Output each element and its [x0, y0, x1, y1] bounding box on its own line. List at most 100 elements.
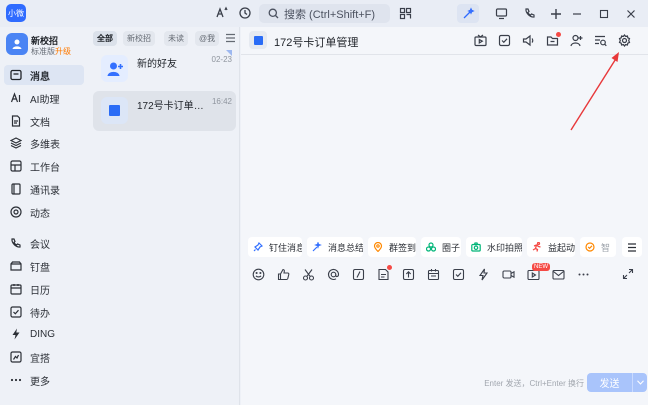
profile-card[interactable]: 新校招 标准版升级 — [6, 33, 88, 59]
filter-tab-unread[interactable]: 未读 — [164, 31, 188, 46]
schedule-icon[interactable] — [426, 267, 440, 281]
quick-circle[interactable]: 圈子 — [421, 237, 461, 257]
task-check-icon[interactable] — [497, 33, 511, 47]
sidebar-item-documents[interactable]: 文档 — [4, 111, 84, 131]
sidebar-item-calendar[interactable]: 日历 — [4, 279, 84, 299]
conversation-name: 新的好友 — [137, 59, 177, 70]
maximize-button[interactable] — [593, 4, 615, 23]
history-icon[interactable] — [237, 5, 253, 21]
notification-dot — [387, 265, 392, 270]
activity-icon — [10, 206, 22, 218]
search-bar[interactable]: 搜索 (Ctrl+Shift+F) — [259, 4, 390, 23]
pinned-corner-icon — [226, 50, 232, 56]
more-tools-icon[interactable] — [576, 267, 590, 281]
live-icon[interactable] — [473, 33, 487, 47]
quick-actions-menu-icon[interactable] — [622, 237, 642, 257]
conversation-time: 02-23 — [211, 55, 232, 64]
conversation-name: 172号卡订单管理 — [137, 101, 212, 112]
sidebar-item-messages[interactable]: 消息 — [4, 65, 84, 85]
quick-smart[interactable]: 智 — [580, 237, 616, 257]
todo-icon — [10, 306, 22, 318]
quick-group-checkin[interactable]: 群签到 — [368, 237, 416, 257]
plus-icon — [551, 8, 561, 19]
title-bar: 小微 搜索 (Ctrl+Shift+F) — [0, 0, 648, 27]
sidebar-item-drive[interactable]: 钉盘 — [4, 256, 84, 276]
sidebar-item-meeting[interactable]: 会议 — [4, 233, 84, 253]
chat-group-avatar[interactable] — [249, 31, 267, 49]
close-icon — [627, 9, 635, 18]
sidebar-item-ai-assistant[interactable]: AI助理 — [4, 88, 84, 108]
smart-icon — [585, 242, 595, 252]
send-options-button[interactable] — [632, 373, 647, 392]
add-button[interactable] — [545, 4, 567, 23]
sidebar-item-activity[interactable]: 动态 — [4, 202, 84, 222]
upgrade-link[interactable]: 升级 — [55, 47, 71, 56]
emoji-icon[interactable] — [251, 267, 265, 281]
slash-command-icon[interactable] — [351, 267, 365, 281]
group-avatar — [101, 97, 128, 124]
announcement-icon[interactable] — [521, 33, 535, 47]
filter-tab-all[interactable]: 全部 — [93, 31, 117, 46]
app-logo: 小微 — [6, 4, 26, 22]
send-hint: Enter 发送，Ctrl+Enter 换行 — [484, 379, 584, 388]
more-icon — [10, 374, 22, 386]
chat-title[interactable]: 172号卡订单管理 — [274, 34, 358, 50]
checkin-icon — [373, 242, 383, 252]
thumbs-up-icon[interactable] — [276, 267, 290, 281]
group-file-icon[interactable] — [545, 32, 561, 47]
sidebar-item-contacts[interactable]: 通讯录 — [4, 179, 84, 199]
settings-gear-icon[interactable] — [617, 33, 631, 47]
sidebar-item-todo[interactable]: 待办 — [4, 302, 84, 322]
expand-editor-icon[interactable] — [621, 267, 635, 281]
ai-magic-button[interactable] — [457, 4, 479, 23]
org-people-icon — [12, 39, 22, 49]
ai-sparkle-icon[interactable] — [214, 5, 230, 21]
quick-action-bar: 钉住消息 消息总结 群签到 圈子 水印拍照 益起动 智 — [248, 237, 648, 257]
circle-icon — [426, 242, 436, 252]
sidebar: 新校招 标准版升级 消息 AI助理 文档 多维表 工作台 通讯录 动态 会议 钉… — [0, 27, 88, 405]
minimize-icon — [573, 12, 581, 15]
sidebar-item-workbench[interactable]: 工作台 — [4, 156, 84, 176]
call-button[interactable] — [518, 4, 540, 23]
conversation-item-order-group[interactable]: 172号卡订单管理 16:42 — [93, 91, 236, 131]
meeting-icon — [10, 237, 22, 249]
todo-check-icon[interactable] — [451, 267, 465, 281]
video-icon[interactable] — [501, 267, 515, 281]
ding-icon — [10, 328, 22, 340]
yida-icon — [10, 351, 22, 363]
sidebar-item-yida[interactable]: 宜搭 — [4, 347, 84, 367]
new-friend-avatar — [101, 55, 128, 82]
doc-insert-icon[interactable] — [376, 265, 392, 281]
screen-share-button[interactable] — [490, 4, 512, 23]
scissors-icon[interactable] — [301, 267, 315, 281]
screen-icon — [495, 8, 507, 20]
upload-file-icon[interactable] — [401, 267, 415, 281]
list-menu-icon[interactable] — [223, 31, 237, 45]
sidebar-item-more[interactable]: 更多 — [4, 370, 84, 390]
mention-icon[interactable] — [326, 267, 340, 281]
workbench-icon — [10, 160, 22, 172]
filter-tab-mention[interactable]: @我 — [195, 31, 219, 46]
conversation-item-new-friends[interactable]: 新的好友 02-23 — [93, 49, 236, 89]
phone-icon — [524, 8, 535, 18]
quick-charity-run[interactable]: 益起动 — [527, 237, 575, 257]
mail-icon[interactable] — [551, 267, 565, 281]
sidebar-item-multidim-table[interactable]: 多维表 — [4, 133, 84, 153]
send-button[interactable]: 发送 — [587, 373, 632, 392]
quick-pin-message[interactable]: 钉住消息 — [248, 237, 302, 257]
add-member-icon[interactable] — [569, 33, 583, 47]
ding-flash-icon[interactable] — [476, 267, 490, 281]
conversation-time: 16:42 — [211, 97, 232, 106]
chat-header: 172号卡订单管理 — [241, 27, 648, 55]
scan-icon[interactable] — [397, 5, 413, 21]
org-avatar — [6, 33, 28, 55]
sidebar-item-ding[interactable]: DING — [4, 324, 84, 344]
close-button[interactable] — [620, 4, 642, 23]
search-placeholder: 搜索 (Ctrl+Shift+F) — [284, 8, 376, 21]
quick-message-summary[interactable]: 消息总结 — [307, 237, 363, 257]
minimize-button[interactable] — [566, 4, 588, 23]
search-history-icon[interactable] — [593, 33, 607, 47]
filter-tab-group[interactable]: 新校招 — [123, 31, 155, 46]
quick-watermark-camera[interactable]: 水印拍照 — [466, 237, 522, 257]
group-logo-icon — [109, 105, 120, 116]
